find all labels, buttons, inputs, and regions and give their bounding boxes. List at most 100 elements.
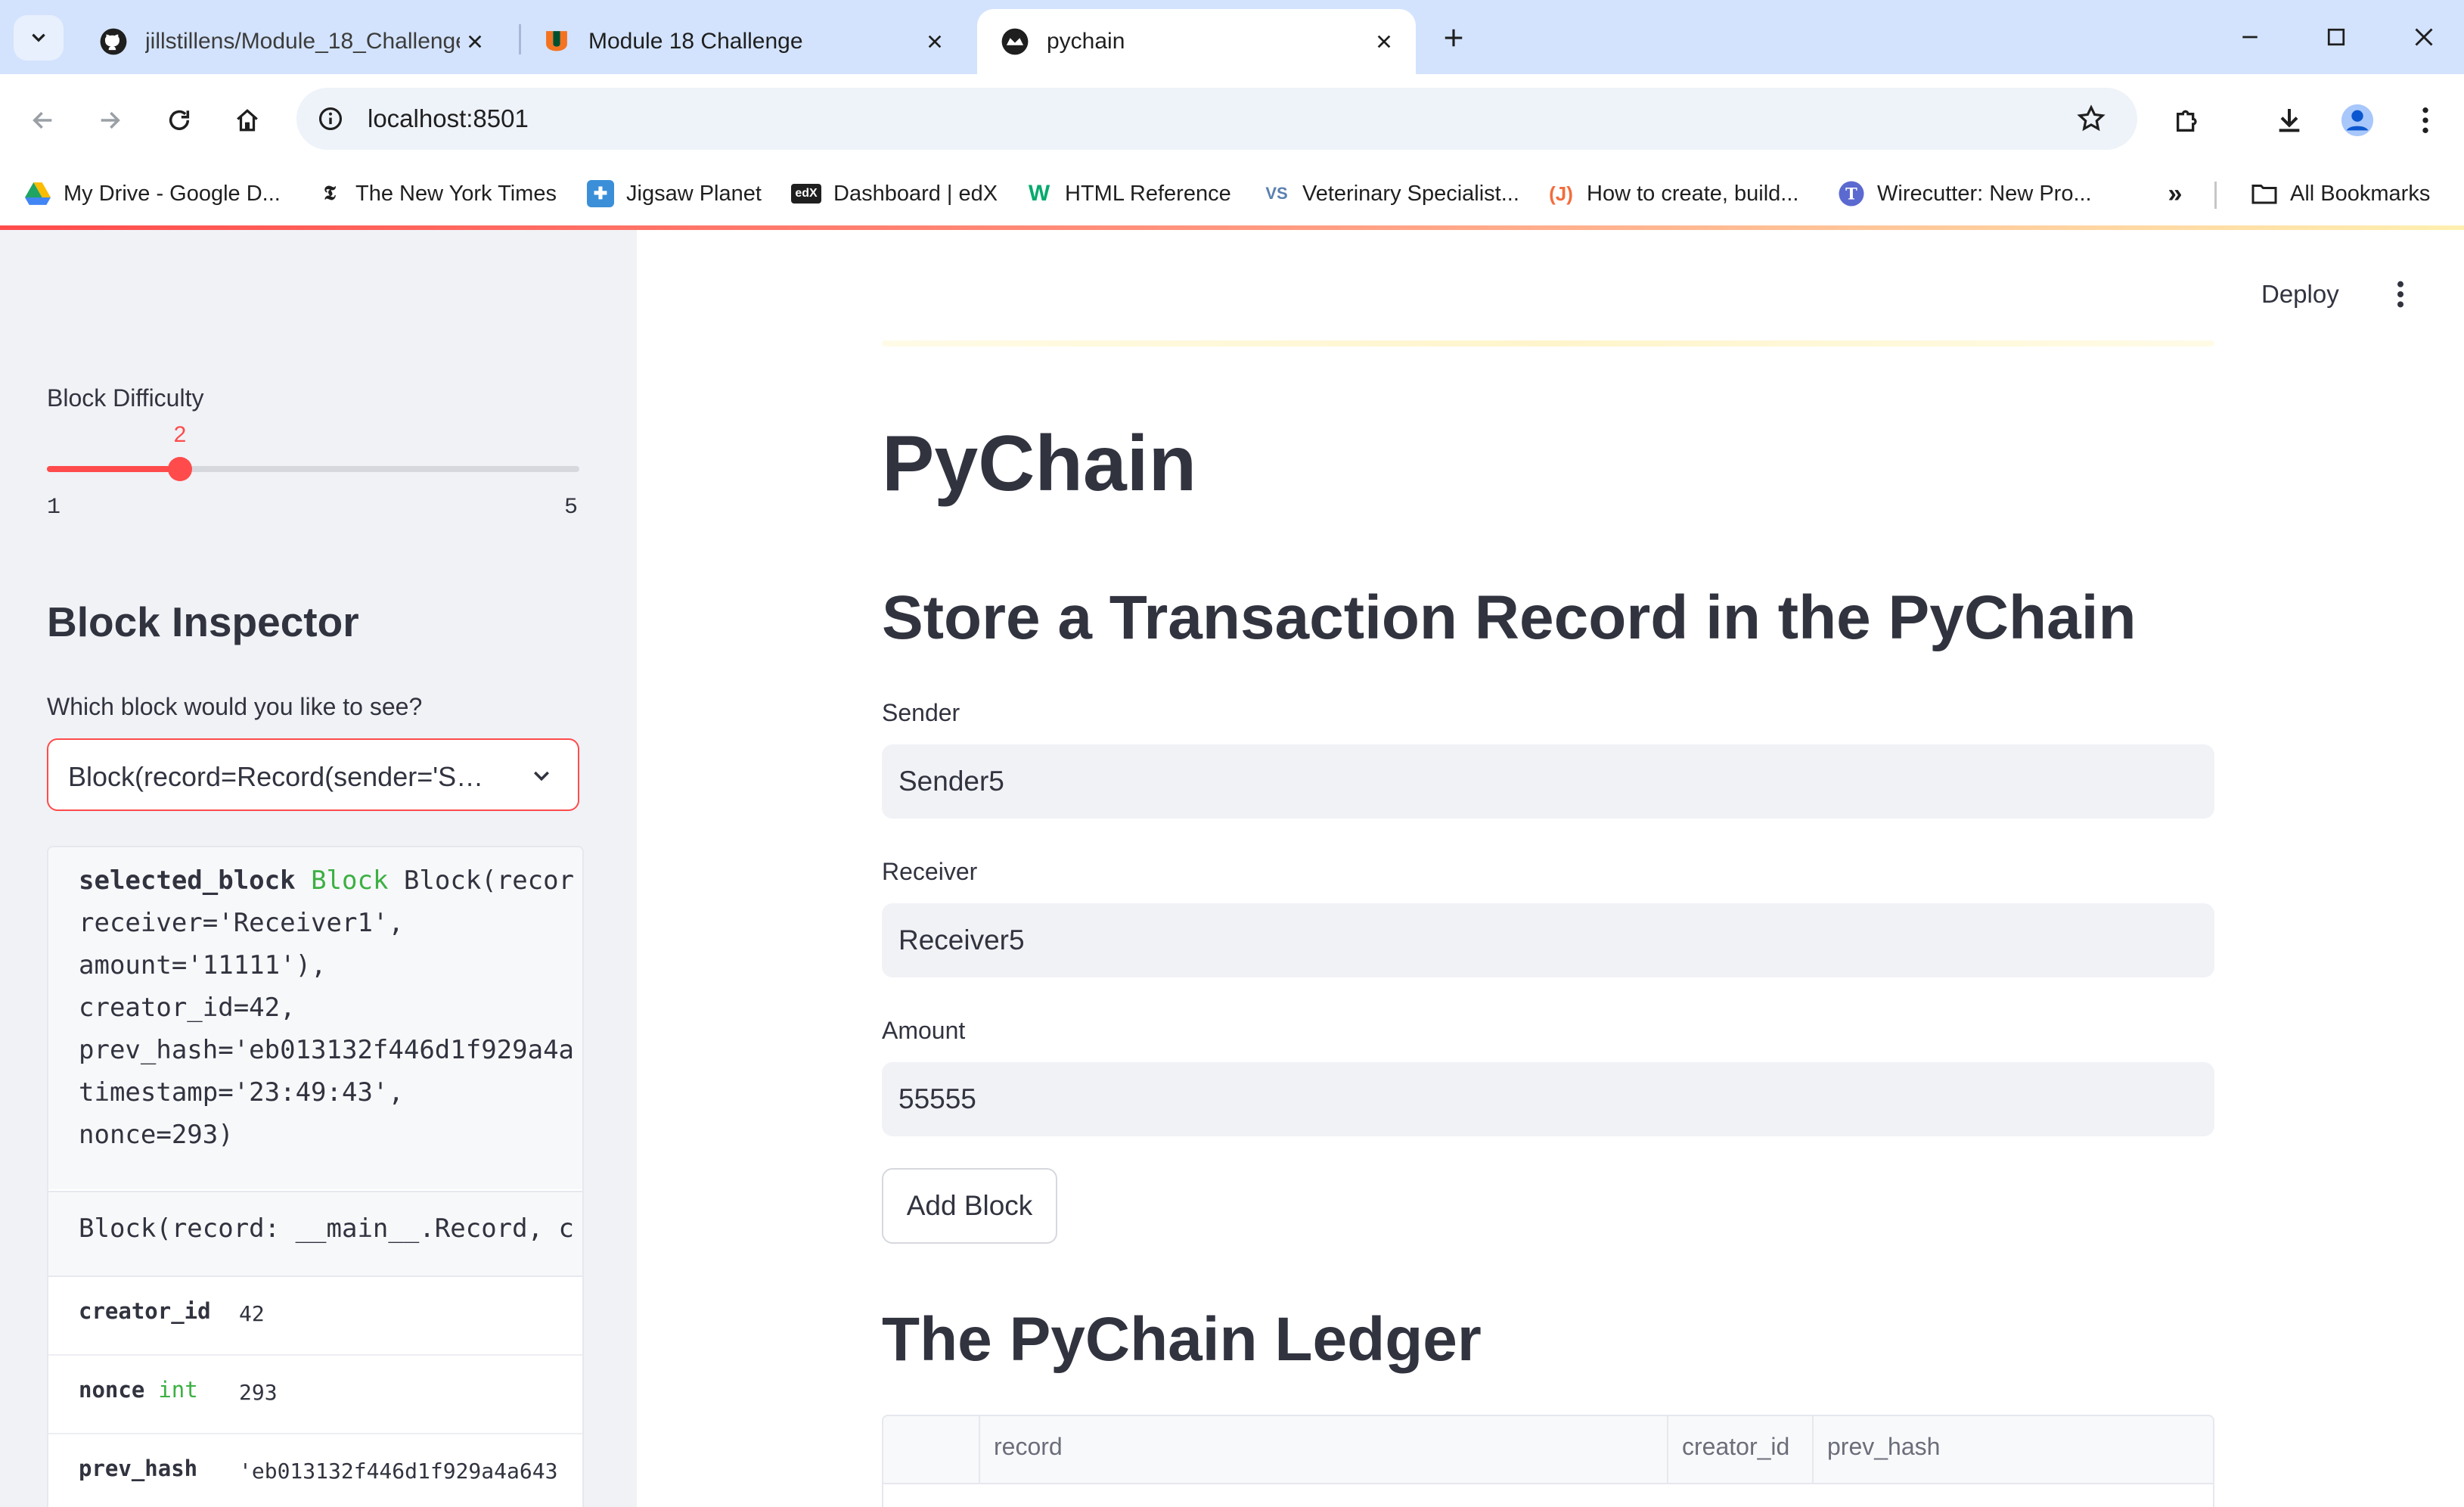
page-title: PyChain — [882, 420, 1197, 508]
reload-icon — [169, 110, 190, 130]
bookmark-nyt[interactable]: 𝕿 The New York Times — [316, 174, 557, 213]
bookmark-label: HTML Reference — [1065, 181, 1231, 206]
close-tab-icon[interactable] — [1369, 26, 1399, 57]
bookmarks-bar: My Drive - Google D... 𝕿 The New York Ti… — [0, 163, 2464, 225]
column-header-index[interactable] — [883, 1416, 980, 1483]
column-header-creator-id[interactable]: creator_id — [1668, 1416, 1814, 1483]
attribute-name-text: creator_id — [79, 1298, 211, 1324]
university-u-icon — [542, 26, 572, 57]
difficulty-slider[interactable]: 2 — [47, 422, 579, 481]
close-tab-icon[interactable] — [460, 26, 490, 57]
bookmark-html-reference[interactable]: W HTML Reference — [1026, 174, 1231, 213]
edx-icon: edX — [791, 184, 821, 204]
bookmark-label: Jigsaw Planet — [626, 181, 762, 206]
attribute-value: 'eb013132f446d1f929a4a643 — [239, 1459, 558, 1484]
more-bookmarks-button[interactable]: » — [2161, 174, 2201, 213]
receiver-input[interactable] — [882, 903, 2214, 977]
tab-module-18[interactable]: Module 18 Challenge — [519, 9, 967, 74]
add-block-button[interactable]: Add Block — [882, 1168, 1057, 1244]
header-divider — [882, 340, 2214, 346]
reload-button[interactable] — [160, 101, 198, 139]
difficulty-label: Block Difficulty — [47, 384, 204, 412]
block-select-label: Which block would you like to see? — [47, 693, 423, 720]
tab-github[interactable]: jillstillens/Module_18_Challenge — [76, 9, 507, 74]
bookmark-star-icon[interactable] — [2072, 100, 2110, 138]
home-button[interactable] — [228, 101, 266, 139]
bookmark-label: My Drive - Google D... — [64, 181, 281, 206]
bookmark-jigsaw-planet[interactable]: ✚ Jigsaw Planet — [587, 174, 762, 213]
streamlit-icon — [1000, 26, 1030, 57]
column-header-prev-hash[interactable]: prev_hash — [1814, 1416, 2213, 1483]
slider-max: 5 — [564, 495, 579, 520]
attribute-value: 293 — [239, 1380, 278, 1405]
code-type-name: Block — [311, 865, 389, 896]
folder-icon — [2251, 180, 2278, 207]
close-tab-icon[interactable] — [920, 26, 950, 57]
new-tab-button[interactable] — [1431, 21, 1476, 54]
attribute-type: int — [158, 1377, 198, 1403]
code-line: amount='11111'), — [79, 950, 327, 980]
amount-input[interactable] — [882, 1062, 2214, 1136]
svg-text:T: T — [1845, 185, 1857, 204]
bookmarks-divider — [2214, 182, 2217, 209]
slider-fill — [47, 466, 180, 472]
attribute-row: nonce int 293 — [48, 1354, 582, 1434]
sidebar: Block Difficulty 2 1 5 Block Inspector W… — [0, 230, 637, 1507]
bookmark-google-drive[interactable]: My Drive - Google D... — [24, 174, 281, 213]
browser-menu-button[interactable] — [2405, 100, 2446, 141]
code-line: creator_id=42, — [79, 993, 296, 1023]
tab-pychain[interactable]: pychain — [977, 9, 1416, 74]
downloads-button[interactable] — [2269, 100, 2310, 141]
deploy-button[interactable]: Deploy — [2261, 280, 2339, 309]
bookmark-veterinary[interactable]: VS Veterinary Specialist... — [1263, 174, 1519, 213]
block-inspector-title: Block Inspector — [47, 598, 359, 645]
all-bookmarks-label: All Bookmarks — [2290, 181, 2431, 206]
bookmark-how-to-create[interactable]: (J) How to create, build... — [1547, 174, 1798, 213]
form-title: Store a Transaction Record in the PyChai… — [882, 583, 2137, 652]
tab-search-button[interactable] — [14, 15, 64, 61]
bookmark-label: How to create, build... — [1587, 181, 1799, 206]
main-content: Deploy PyChain Store a Transaction Recor… — [637, 230, 2464, 1507]
code-text: selected_block Block Block(recor receive… — [79, 859, 574, 1156]
profile-button[interactable] — [2337, 100, 2378, 141]
tab-title: jillstillens/Module_18_Challenge — [145, 29, 460, 54]
double-chevron-right-icon: » — [2168, 179, 2183, 208]
maximize-button[interactable] — [2317, 18, 2355, 56]
close-window-button[interactable] — [2405, 18, 2443, 56]
block-select-value: Block(record=Record(sender='Sender1', re… — [68, 761, 492, 792]
attribute-value: 42 — [239, 1301, 265, 1326]
back-button[interactable] — [24, 101, 62, 139]
minimize-button[interactable] — [2231, 18, 2269, 56]
google-drive-icon — [24, 180, 51, 207]
selected-block-repr: selected_block Block Block(recor receive… — [48, 847, 582, 1189]
receiver-label: Receiver — [882, 858, 978, 885]
column-header-record[interactable]: record — [980, 1416, 1668, 1483]
vs-icon: VS — [1265, 184, 1288, 203]
sender-input[interactable] — [882, 744, 2214, 819]
app-menu-button[interactable] — [2385, 275, 2416, 313]
attribute-name: prev_hash — [79, 1456, 197, 1481]
address-bar[interactable]: localhost:8501 — [296, 88, 2137, 150]
bookmark-wirecutter[interactable]: T Wirecutter: New Pro... — [1838, 174, 2092, 213]
nyt-icon: 𝕿 — [324, 182, 336, 205]
block-select[interactable]: Block(record=Record(sender='Sender1', re… — [47, 738, 579, 811]
all-bookmarks-button[interactable]: All Bookmarks — [2251, 174, 2430, 213]
attribute-row: creator_id 42 — [48, 1276, 582, 1356]
sender-label: Sender — [882, 699, 960, 726]
code-line: Block(recor — [403, 865, 575, 896]
extensions-button[interactable] — [2168, 100, 2208, 141]
j-icon: (J) — [1549, 182, 1573, 205]
forward-button[interactable] — [91, 101, 129, 139]
github-icon — [98, 26, 129, 57]
attribute-name: nonce int — [79, 1377, 198, 1403]
url-text[interactable]: localhost:8501 — [368, 104, 529, 133]
bookmark-label: Dashboard | edX — [833, 181, 998, 206]
code-var-name: selected_block — [79, 865, 296, 896]
bookmark-edx[interactable]: edX Dashboard | edX — [791, 174, 998, 213]
w3-icon: W — [1028, 181, 1050, 206]
slider-min: 1 — [47, 495, 61, 520]
puzzle-piece-icon — [2177, 110, 2197, 132]
slider-thumb[interactable] — [168, 457, 192, 481]
attribute-name-text: prev_hash — [79, 1456, 198, 1481]
site-info-icon[interactable] — [312, 100, 349, 138]
